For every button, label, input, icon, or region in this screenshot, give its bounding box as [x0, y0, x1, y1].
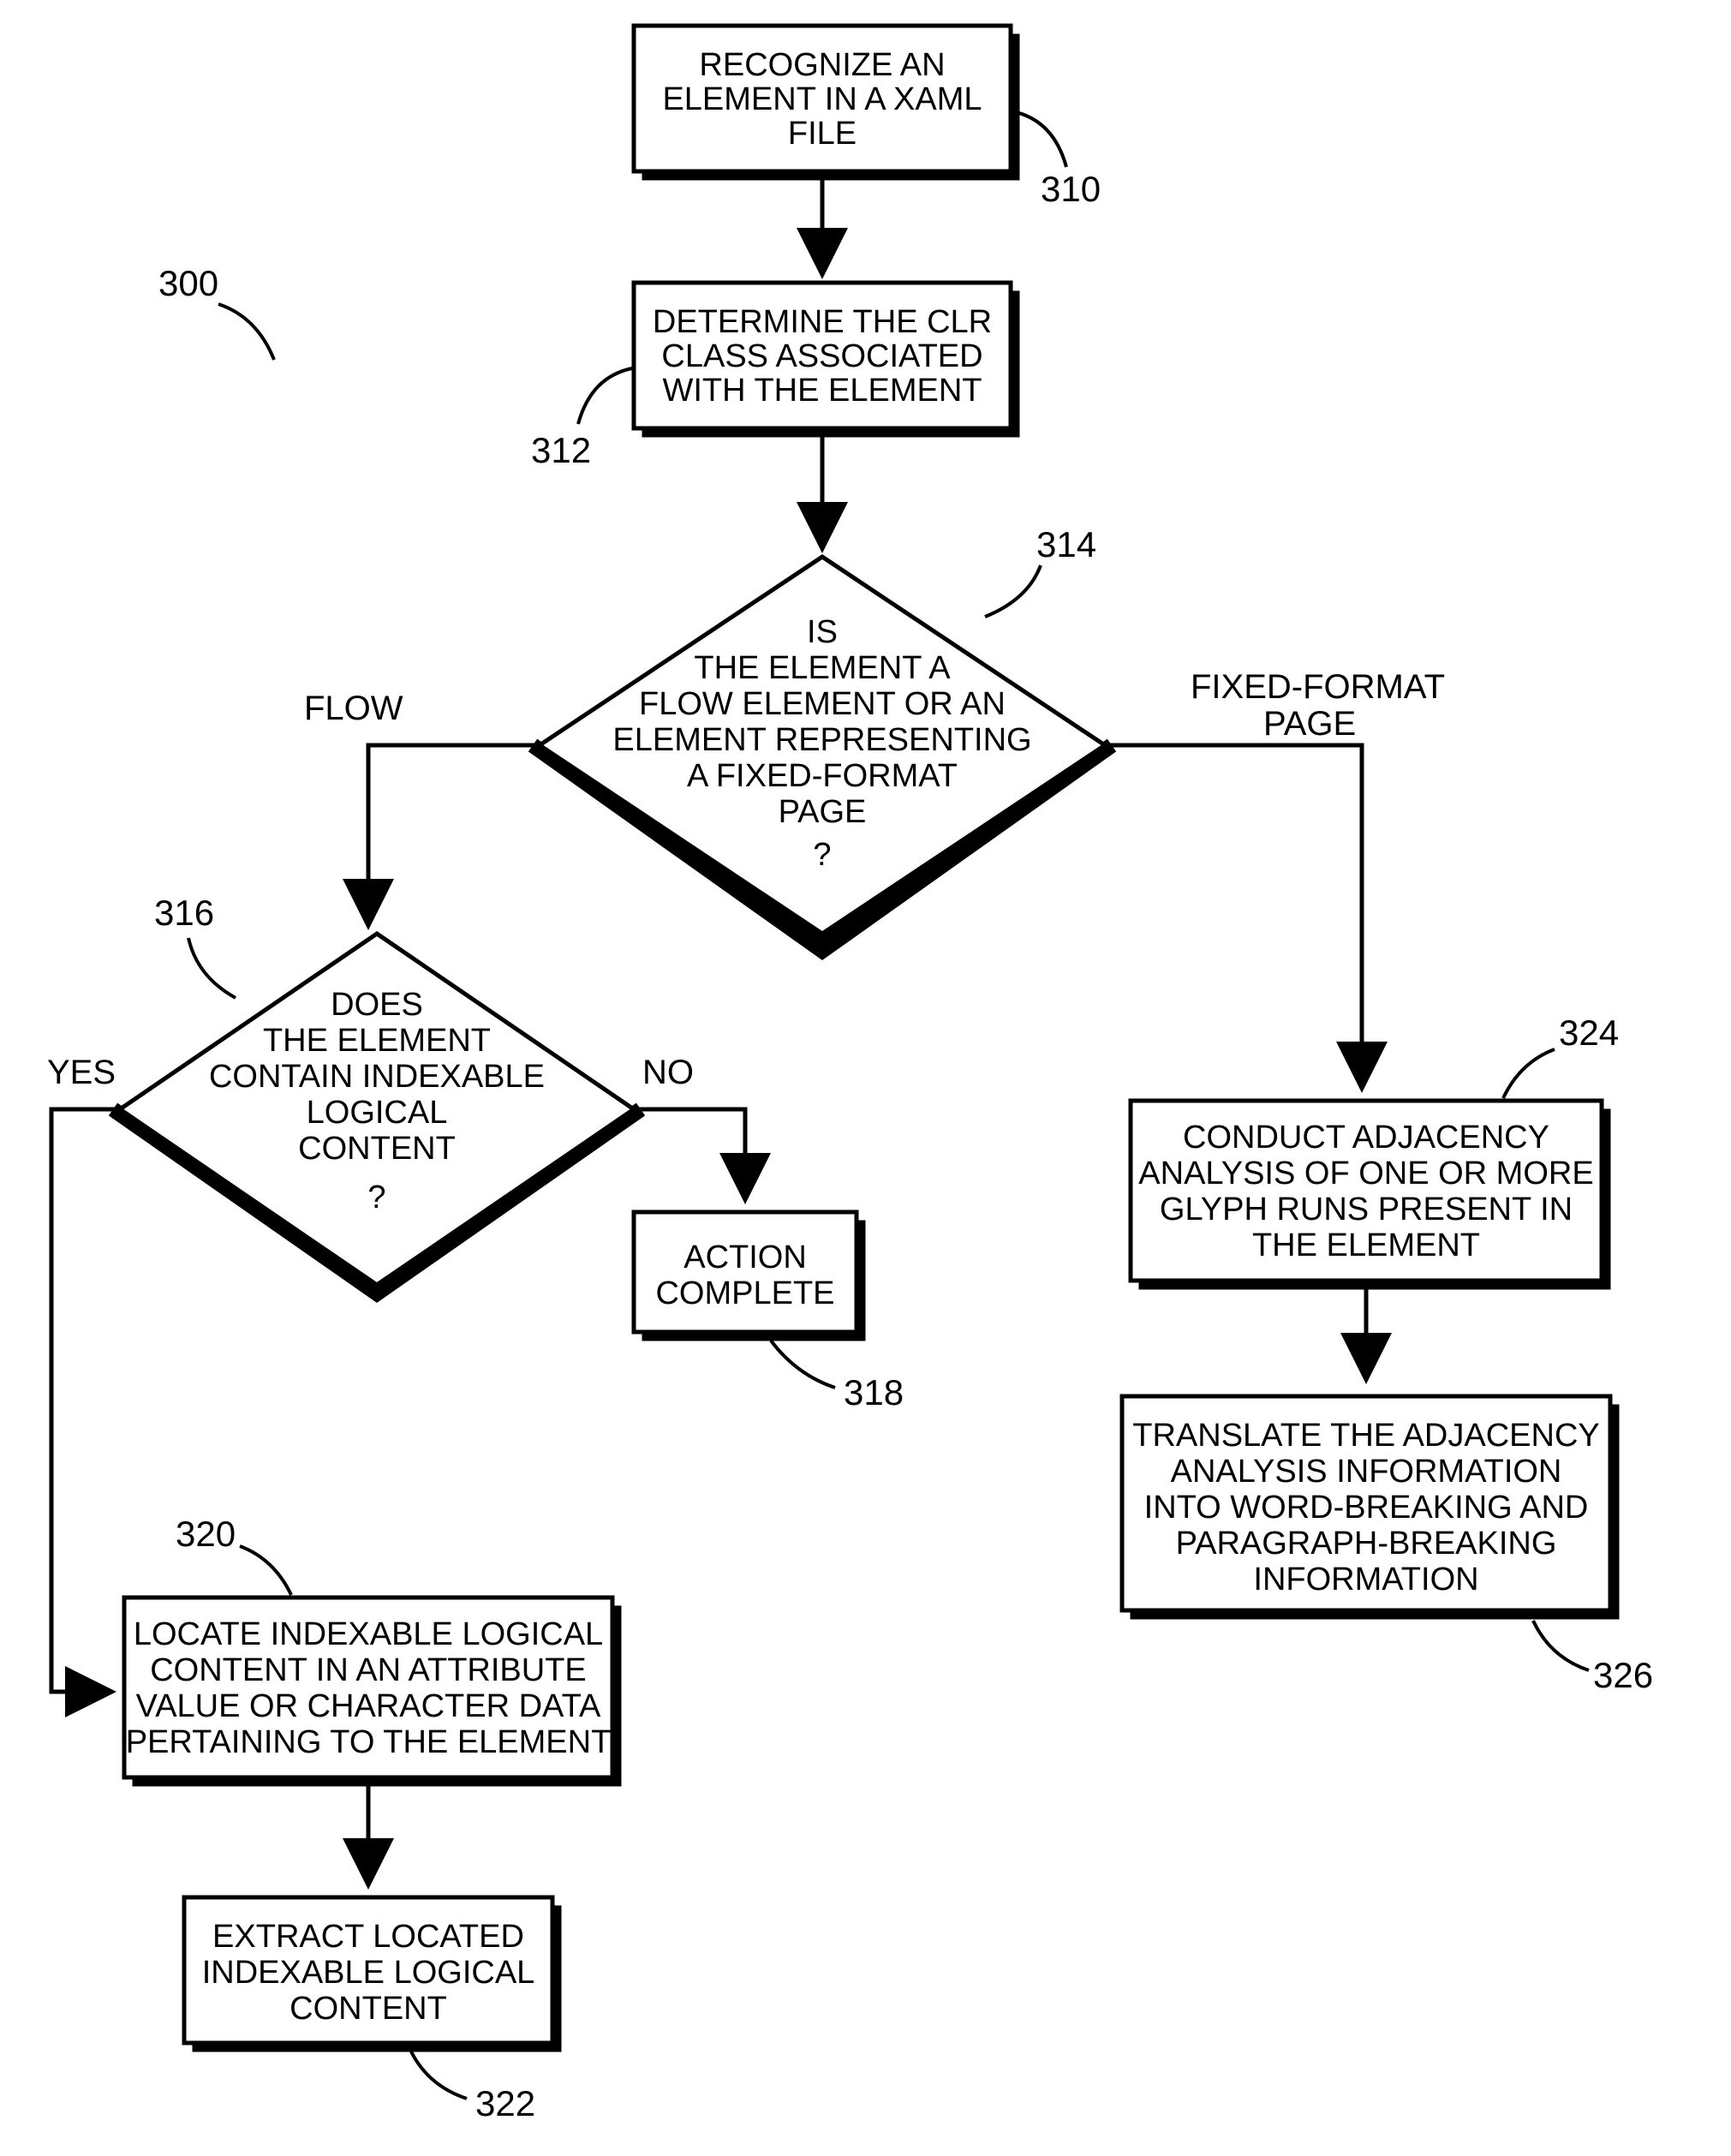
node-314-leader	[985, 565, 1041, 617]
node-322-line1: EXTRACT LOCATED	[212, 1919, 524, 1955]
node-310-line1: RECOGNIZE AN	[699, 47, 945, 83]
node-312: DETERMINE THE CLR CLASS ASSOCIATED WITH …	[531, 283, 1019, 470]
figure-ref: 300	[158, 263, 218, 303]
node-318-ref: 318	[844, 1372, 904, 1412]
edge-316-320	[51, 1109, 120, 1692]
node-318-line2: COMPLETE	[655, 1275, 834, 1311]
node-322-ref: 322	[475, 2083, 535, 2123]
node-320-ref: 320	[176, 1514, 236, 1554]
node-310-line2: ELEMENT IN A XAML	[662, 81, 982, 117]
node-324-line1: CONDUCT ADJACENCY	[1183, 1120, 1549, 1156]
node-318-leader	[771, 1341, 835, 1388]
node-314-ref: 314	[1036, 524, 1096, 564]
edge-label-yes: YES	[47, 1054, 116, 1091]
node-312-line2: CLASS ASSOCIATED	[661, 338, 982, 374]
node-324-line2: ANALYSIS OF ONE OR MORE	[1138, 1156, 1593, 1191]
edge-label-flow: FLOW	[304, 690, 403, 727]
node-314-line4: ELEMENT REPRESENTING	[612, 722, 1031, 758]
node-322-leader	[411, 2051, 467, 2099]
node-316-ref: 316	[154, 893, 214, 933]
node-320-line4: PERTAINING TO THE ELEMENT	[126, 1724, 612, 1760]
node-324: CONDUCT ADJACENCY ANALYSIS OF ONE OR MOR…	[1131, 1012, 1619, 1289]
edge-314-324	[1105, 745, 1362, 1088]
node-320-leader	[240, 1546, 291, 1595]
edge-label-no: NO	[642, 1054, 694, 1091]
node-312-line1: DETERMINE THE CLR	[653, 304, 992, 340]
node-320-line1: LOCATE INDEXABLE LOGICAL	[134, 1616, 603, 1652]
node-310-leader	[1012, 111, 1066, 167]
node-316-line5: CONTENT	[298, 1131, 456, 1167]
node-310-line3: FILE	[788, 116, 857, 152]
node-324-line3: GLYPH RUNS PRESENT IN	[1160, 1191, 1573, 1227]
node-320-line2: CONTENT IN AN ATTRIBUTE	[150, 1652, 587, 1688]
node-322: EXTRACT LOCATED INDEXABLE LOGICAL CONTEN…	[184, 1897, 561, 2123]
node-316: DOES THE ELEMENT CONTAIN INDEXABLE LOGIC…	[113, 893, 641, 1293]
node-314-line1: IS	[807, 614, 838, 650]
node-316-line6: ?	[367, 1180, 385, 1215]
node-326-line2: ANALYSIS INFORMATION	[1171, 1454, 1562, 1490]
node-316-line3: CONTAIN INDEXABLE	[209, 1059, 545, 1095]
node-312-line3: WITH THE ELEMENT	[663, 373, 982, 409]
node-324-ref: 324	[1559, 1012, 1619, 1053]
node-326-line5: INFORMATION	[1253, 1562, 1478, 1598]
node-314-line7: ?	[813, 837, 831, 873]
node-326-leader	[1533, 1621, 1589, 1670]
node-314-line5: A FIXED-FORMAT	[687, 758, 958, 794]
node-316-line2: THE ELEMENT	[263, 1023, 491, 1059]
node-318: ACTION COMPLETE 318	[634, 1212, 904, 1412]
figure-ref-leader	[218, 304, 274, 360]
node-314-line6: PAGE	[779, 794, 867, 830]
flowchart: 300 RECOGNIZE AN ELEMENT IN A XAML FILE …	[0, 0, 1731, 2156]
node-322-line3: CONTENT	[289, 1991, 447, 2027]
node-326-line3: INTO WORD-BREAKING AND	[1144, 1490, 1589, 1526]
node-316-leader	[188, 938, 236, 998]
node-324-leader	[1503, 1049, 1555, 1098]
node-314-line3: FLOW ELEMENT OR AN	[639, 686, 1006, 722]
node-312-ref: 312	[531, 430, 591, 470]
node-320-line3: VALUE OR CHARACTER DATA	[136, 1688, 601, 1724]
node-314: IS THE ELEMENT A FLOW ELEMENT OR AN ELEM…	[533, 524, 1112, 951]
node-318-line1: ACTION	[683, 1239, 807, 1275]
node-316-line1: DOES	[331, 987, 423, 1023]
edge-label-fixed-2: PAGE	[1263, 705, 1356, 743]
node-326: TRANSLATE THE ADJACENCY ANALYSIS INFORMA…	[1122, 1396, 1653, 1695]
node-310-ref: 310	[1041, 169, 1101, 209]
node-312-leader	[578, 368, 632, 424]
edge-314-316	[368, 745, 540, 925]
node-326-ref: 326	[1593, 1655, 1653, 1695]
node-322-line2: INDEXABLE LOGICAL	[202, 1955, 535, 1991]
node-324-line4: THE ELEMENT	[1252, 1227, 1480, 1263]
node-326-line1: TRANSLATE THE ADJACENCY	[1132, 1418, 1600, 1454]
node-326-line4: PARAGRAPH-BREAKING	[1176, 1526, 1557, 1562]
edge-316-318	[634, 1109, 745, 1199]
node-314-line2: THE ELEMENT A	[694, 650, 951, 686]
node-316-line4: LOGICAL	[307, 1095, 448, 1131]
node-310: RECOGNIZE AN ELEMENT IN A XAML FILE 310	[634, 26, 1101, 209]
edge-label-fixed-1: FIXED-FORMAT	[1191, 668, 1445, 706]
node-320: LOCATE INDEXABLE LOGICAL CONTENT IN AN A…	[124, 1514, 621, 1786]
